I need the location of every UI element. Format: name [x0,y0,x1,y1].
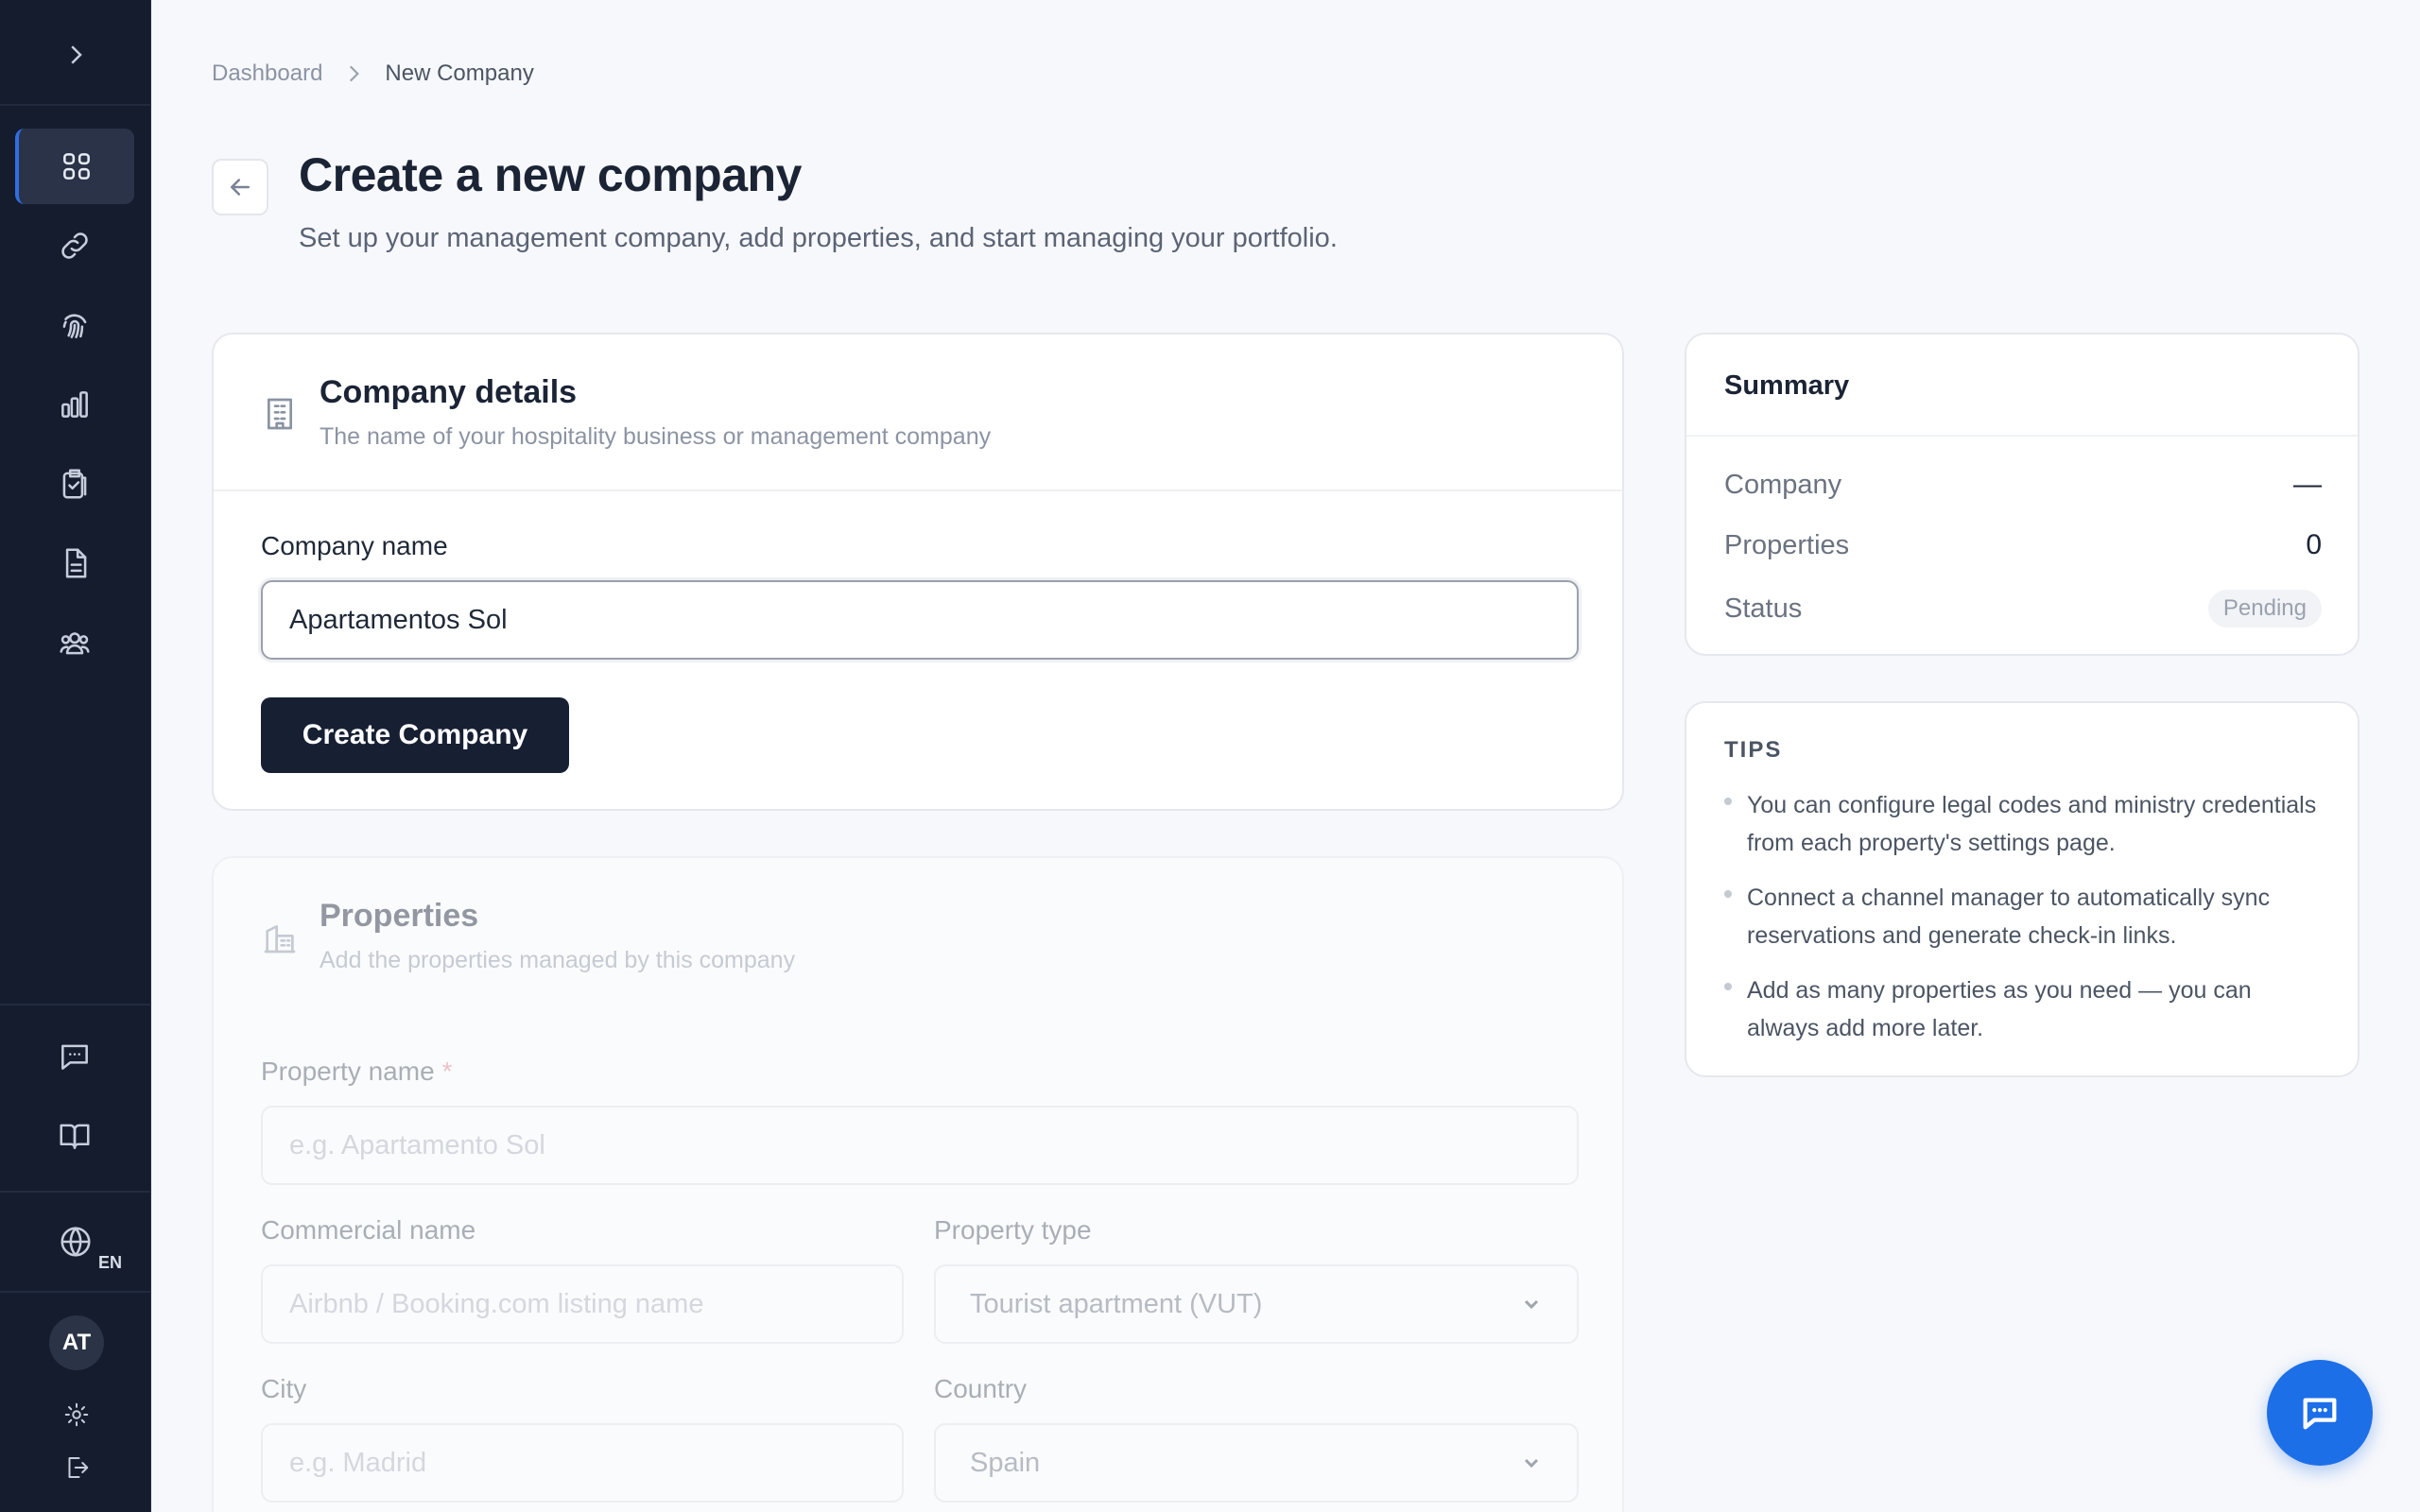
list-item: Connect a channel manager to automatical… [1724,879,2329,954]
avatar[interactable]: AT [49,1315,104,1370]
company-name-input[interactable] [261,580,1579,660]
back-button[interactable] [212,159,268,215]
chat-icon [2303,1398,2337,1430]
sidebar-item-docs[interactable] [15,1098,134,1174]
create-company-button[interactable]: Create Company [261,697,569,773]
property-name-input[interactable] [261,1106,1579,1185]
commercial-name-input[interactable] [261,1264,904,1344]
sidebar-divider [0,104,151,106]
status-badge: Pending [2207,590,2322,627]
property-type-select[interactable]: Tourist apartment (VUT) [934,1264,1579,1344]
company-details-card: Company details The name of your hospita… [212,333,1624,811]
summary-key: Company [1724,469,1842,500]
list-item: You can configure legal codes and minist… [1724,786,2329,862]
sidebar-item-messages[interactable] [15,1019,134,1094]
arrow-left-icon [231,179,250,196]
property-name-label-text: Property name [261,1057,435,1086]
chevron-right-icon[interactable] [55,34,96,76]
summary-value: 0 [2306,529,2322,560]
book-icon [60,1124,90,1149]
property-type-value: Tourist apartment (VUT) [970,1288,1263,1319]
list-item: Add as many properties as you need — you… [1724,971,2329,1047]
message-icon [61,1044,88,1070]
document-icon [65,548,87,578]
summary-row-status: Status Pending [1724,590,2322,627]
tips-title: TIPS [1724,737,1783,763]
tip-text: Add as many properties as you need — you… [1747,977,2252,1041]
link-icon [61,232,88,259]
summary-value: — [2293,469,2322,500]
card-header: Properties Add the properties managed by… [214,858,1622,1015]
users-icon [60,632,90,655]
sidebar: EN AT [0,0,151,1512]
chevron-right-icon [350,65,360,82]
fingerprint-icon [62,314,87,338]
sidebar-item-checklists[interactable] [15,446,134,522]
breadcrumb-current: New Company [385,60,534,86]
summary-key: Properties [1724,529,1850,560]
bar-chart-icon [61,391,88,418]
properties-description: Add the properties managed by this compa… [320,947,796,973]
summary-row-company: Company — [1724,469,2322,501]
logout-icon [68,1457,89,1478]
sidebar-item-analytics[interactable] [15,367,134,442]
card-header: Company details The name of your hospita… [214,335,1622,491]
property-name-label: Property name * [261,1057,453,1087]
page-title: Create a new company [299,148,802,201]
grid-icon [63,153,90,180]
bullet [1724,890,1732,898]
tip-text: Connect a channel manager to automatical… [1747,885,2271,949]
breadcrumb-dashboard-link[interactable]: Dashboard [212,60,322,87]
building-icon [261,395,299,433]
sidebar-divider [0,1004,151,1005]
page-subtitle: Set up your management company, add prop… [299,223,1338,253]
summary-title: Summary [1724,370,1850,401]
chevron-down-icon [1524,1458,1539,1469]
company-details-title: Company details [320,374,578,410]
sidebar-divider [0,1191,151,1193]
chevron-down-icon [1524,1299,1539,1310]
required-mark: * [441,1057,453,1086]
country-select[interactable]: Spain [934,1423,1579,1503]
tips-card: TIPS You can configure legal codes and m… [1685,701,2360,1077]
summary-row-properties: Properties 0 [1724,529,2322,561]
sidebar-item-links[interactable] [15,208,134,284]
sidebar-divider [0,1291,151,1293]
commercial-name-label: Commercial name [261,1215,476,1245]
properties-title: Properties [320,898,479,934]
summary-card: Summary Company — Properties 0 Status Pe… [1685,333,2360,656]
settings-button[interactable] [49,1387,104,1442]
city-label: City [261,1374,307,1403]
property-type-label: Property type [934,1215,1092,1245]
sidebar-item-documents[interactable] [15,525,134,601]
city-input[interactable] [261,1423,904,1503]
logout-button[interactable] [49,1440,104,1495]
sidebar-item-dashboard[interactable] [15,129,134,204]
country-label: Country [934,1374,1028,1403]
sidebar-item-team[interactable] [15,605,134,680]
breadcrumb: Dashboard New Company [212,60,534,87]
country-value: Spain [970,1447,1041,1478]
summary-divider [1686,435,2358,437]
company-details-description: The name of your hospitality business or… [320,423,992,450]
hotel-icon [261,919,299,956]
clipboard-check-icon [62,469,87,499]
bullet [1724,798,1732,805]
properties-card: Properties Add the properties managed by… [212,856,1624,1512]
language-code: EN [98,1253,123,1272]
summary-key: Status [1724,593,1803,624]
chat-button[interactable] [2267,1360,2373,1466]
bullet [1724,983,1732,990]
globe-icon [60,1227,91,1257]
sidebar-item-identity[interactable] [15,287,134,363]
tip-text: You can configure legal codes and minist… [1747,792,2317,856]
company-name-label: Company name [261,531,448,560]
gear-icon [64,1402,89,1427]
